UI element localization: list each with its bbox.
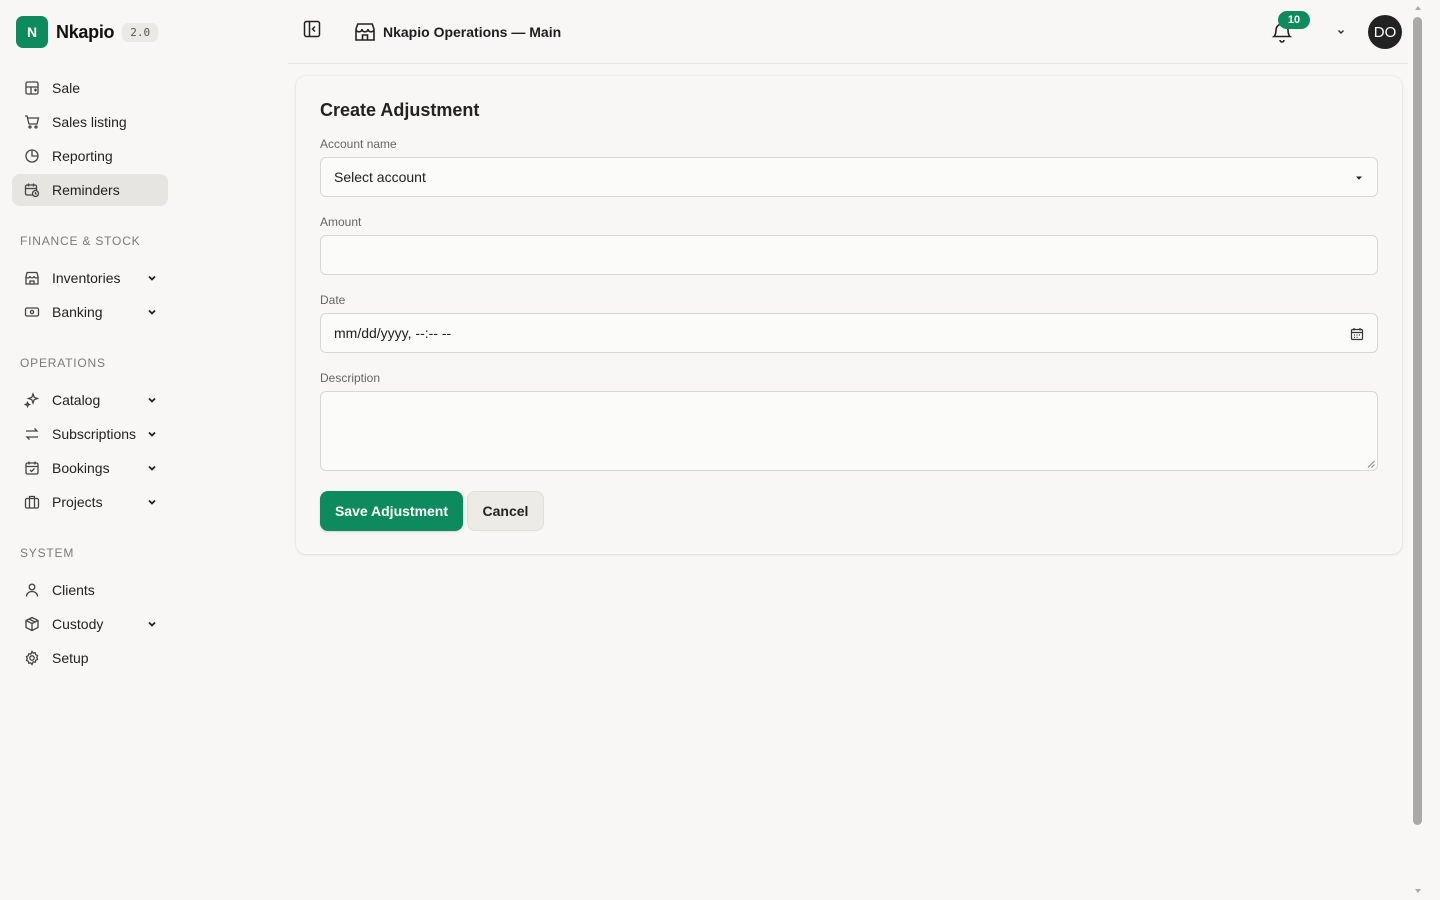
sidebar-item-setup[interactable]: Setup — [12, 642, 168, 674]
store-name[interactable]: Nkapio Operations — Main — [383, 24, 561, 40]
avatar[interactable]: DO — [1368, 15, 1402, 49]
chevron-down-icon — [148, 431, 156, 437]
gear-icon — [24, 650, 40, 666]
save-adjustment-button[interactable]: Save Adjustment — [320, 491, 463, 531]
brand-logo: N — [16, 16, 48, 48]
calendar-icon[interactable] — [1350, 327, 1364, 341]
sidebar-item-sales-listing[interactable]: Sales listing — [12, 106, 168, 138]
chevron-down-icon — [148, 309, 156, 315]
description-textarea[interactable] — [320, 391, 1378, 471]
sidebar-item-bookings[interactable]: Bookings — [12, 452, 168, 484]
sidebar-item-label: Sales listing — [52, 114, 127, 130]
package-icon — [24, 616, 40, 632]
section-title-operations: OPERATIONS — [20, 356, 106, 370]
sidebar-item-label: Inventories — [52, 270, 121, 286]
sidebar-item-label: Banking — [52, 304, 103, 320]
date-placeholder: mm/dd/yyyy, --:-- -- — [334, 325, 452, 341]
sidebar-item-label: Setup — [52, 650, 89, 666]
chevron-down-icon[interactable] — [1335, 26, 1347, 38]
brand-name: Nkapio — [56, 21, 115, 42]
sparkles-icon — [24, 392, 40, 408]
create-adjustment-card: Create Adjustment Account name Select ac… — [296, 76, 1402, 554]
calendar-clock-icon — [24, 182, 40, 198]
sidebar-item-label: Catalog — [52, 392, 101, 408]
scroll-up-arrow-icon[interactable] — [1414, 5, 1422, 11]
sidebar-item-label: Custody — [52, 616, 104, 632]
account-select-value: Select account — [334, 169, 426, 185]
sidebar-item-label: Subscriptions — [52, 426, 137, 442]
chevron-down-icon — [148, 397, 156, 403]
section-title-finance-stock: FINANCE & STOCK — [20, 234, 141, 248]
sidebar-item-label: Bookings — [52, 460, 110, 476]
sidebar-item-projects[interactable]: Projects — [12, 486, 168, 518]
amount-input[interactable] — [320, 235, 1378, 275]
scroll-down-arrow-icon[interactable] — [1414, 888, 1422, 894]
sidebar-item-subscriptions[interactable]: Subscriptions — [12, 418, 168, 450]
sidebar-item-catalog[interactable]: Catalog — [12, 384, 168, 416]
sidebar-item-inventories[interactable]: Inventories — [12, 262, 168, 294]
sidebar-item-reporting[interactable]: Reporting — [12, 140, 168, 172]
store-icon — [355, 23, 375, 41]
sidebar-toggle-icon[interactable] — [302, 19, 322, 39]
sidebar-item-label: Reminders — [52, 182, 120, 198]
chevron-down-icon — [148, 275, 156, 281]
sidebar: N Nkapio 2.0 Sale Sales listing Reportin… — [0, 0, 180, 900]
cancel-button[interactable]: Cancel — [467, 491, 544, 531]
date-input[interactable]: mm/dd/yyyy, --:-- -- — [320, 313, 1378, 353]
account-name-label: Account name — [320, 137, 397, 151]
notification-count-badge: 10 — [1278, 11, 1310, 29]
section-title-system: SYSTEM — [20, 546, 75, 560]
description-label: Description — [320, 371, 381, 385]
page-title: Create Adjustment — [320, 100, 480, 120]
sidebar-item-label: Clients — [52, 582, 95, 598]
briefcase-icon — [24, 494, 40, 510]
caret-down-icon — [1356, 176, 1362, 180]
sidebar-item-banking[interactable]: Banking — [12, 296, 168, 328]
repeat-icon — [24, 426, 40, 442]
sidebar-item-sale[interactable]: Sale — [12, 72, 168, 104]
chevron-down-icon — [148, 465, 156, 471]
scrollbar-thumb[interactable] — [1413, 17, 1422, 825]
store-icon — [24, 270, 40, 286]
date-label: Date — [320, 293, 346, 307]
amount-label: Amount — [320, 215, 362, 229]
sidebar-item-label: Sale — [52, 80, 81, 96]
user-icon — [24, 582, 40, 598]
sidebar-item-reminders[interactable]: Reminders — [12, 174, 168, 206]
version-badge: 2.0 — [122, 22, 159, 42]
sidebar-item-custody[interactable]: Custody — [12, 608, 168, 640]
brand[interactable]: N Nkapio 2.0 — [16, 16, 159, 48]
calendar-check-icon — [24, 460, 40, 476]
resize-handle-icon[interactable] — [1367, 460, 1375, 468]
account-select[interactable]: Select account — [320, 157, 1378, 197]
top-bar: Nkapio Operations — Main 10 DO — [288, 0, 1408, 64]
pos-grid-icon — [24, 80, 40, 96]
sidebar-item-label: Reporting — [52, 148, 113, 164]
chevron-down-icon — [148, 621, 156, 627]
banknote-icon — [24, 304, 40, 320]
sidebar-item-label: Projects — [52, 494, 103, 510]
cart-icon — [24, 114, 40, 130]
sidebar-item-clients[interactable]: Clients — [12, 574, 168, 606]
chevron-down-icon — [148, 499, 156, 505]
pie-chart-icon — [24, 148, 40, 164]
